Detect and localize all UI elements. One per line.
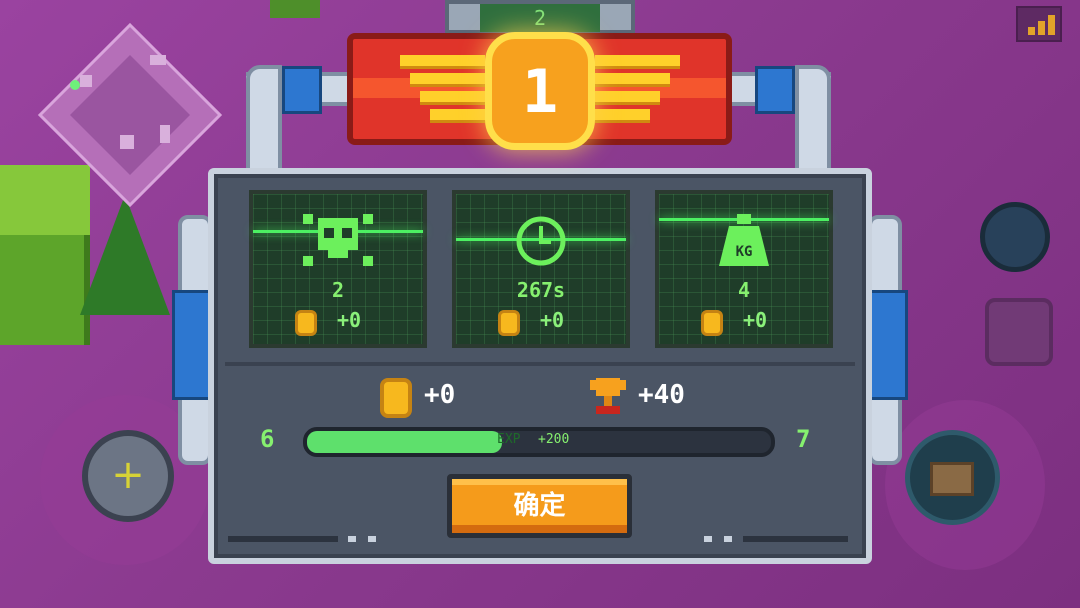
top-counter-value: 2 [533, 6, 547, 30]
exp-gain: +200 [538, 432, 570, 447]
stat-screen-kills: 2 +0 [249, 190, 427, 348]
kg-weight-icon: KG [719, 214, 769, 266]
weight-coins: +0 [743, 308, 768, 332]
left-wing-icon [400, 55, 490, 125]
panel-lights [228, 536, 848, 544]
total-coins: +0 [424, 380, 456, 410]
trophy-icon [590, 378, 626, 414]
coin-icon [295, 310, 317, 336]
frame-cap [755, 66, 795, 114]
confirm-button-label: 确定 [513, 491, 566, 521]
next-level: 7 [796, 425, 811, 453]
confirm-button[interactable]: 确定 [447, 474, 632, 538]
minimap[interactable] [30, 15, 230, 235]
kills-value: 2 [331, 278, 345, 302]
plus-icon: + [111, 452, 145, 498]
kills-coins: +0 [337, 308, 362, 332]
skull-icon [303, 214, 373, 266]
action-slot-button[interactable] [985, 298, 1053, 366]
right-wing-icon [590, 55, 680, 125]
signal-icon[interactable] [1016, 6, 1062, 42]
time-coins: +0 [540, 308, 565, 332]
exp-bar-fill [307, 431, 502, 453]
rank-number: 1 [521, 57, 559, 127]
frame-side-cap [868, 290, 908, 400]
clock-icon [516, 216, 566, 266]
player-marker [70, 80, 80, 90]
frame-side-cap [172, 290, 212, 400]
stat-screen-weight: KG 4 +0 [655, 190, 833, 348]
crate-icon [930, 462, 974, 496]
stat-screen-time: 267s +0 [452, 190, 630, 348]
exp-label: EXP [497, 432, 521, 447]
coin-icon [380, 378, 412, 418]
coin-icon [701, 310, 723, 336]
kg-label: KG [736, 244, 753, 260]
panel-divider [225, 362, 855, 366]
team-button[interactable] [980, 202, 1050, 272]
green-block [270, 0, 320, 18]
coin-icon [498, 310, 520, 336]
frame-cap [282, 66, 322, 114]
weight-value: 4 [737, 278, 751, 302]
frame-pipe [246, 65, 282, 185]
frame-pipe [795, 65, 831, 185]
time-value: 267s [516, 278, 566, 302]
current-level: 6 [260, 425, 275, 453]
trophy-points: +40 [638, 380, 685, 410]
